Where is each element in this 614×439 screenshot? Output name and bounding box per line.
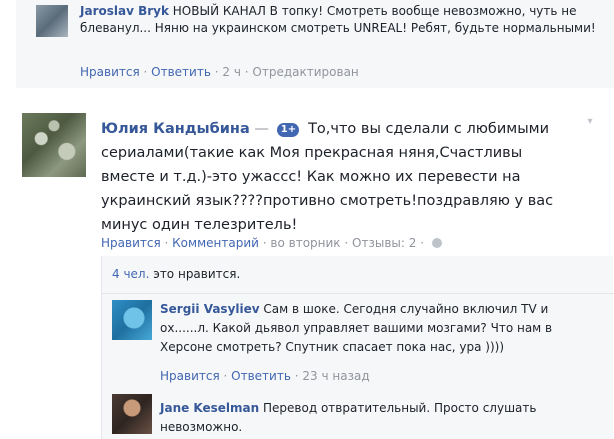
author-dash: — xyxy=(254,121,269,137)
chevron-down-icon[interactable]: ▾ xyxy=(584,116,596,128)
separator: · xyxy=(164,236,169,250)
comment-author[interactable]: Jaroslav Bryk xyxy=(80,4,169,18)
reply-body: Jane Keselman Перевод отвратительный. Пр… xyxy=(160,399,600,437)
separator: · xyxy=(262,236,267,250)
top-fan-badge[interactable]: 1+ xyxy=(277,123,300,137)
likes-suffix: это нравится. xyxy=(153,267,241,281)
reply-author[interactable]: Jane Keselman xyxy=(160,401,259,415)
avatar[interactable] xyxy=(22,113,86,177)
like-link[interactable]: Нравится xyxy=(101,236,161,250)
separator: · xyxy=(214,65,219,79)
comment-actions: Нравится · Ответить · 2 ч · Отредактиров… xyxy=(80,65,359,79)
comment-actions: Нравится · Комментарий · во вторник · От… xyxy=(101,236,442,250)
separator: · xyxy=(294,369,299,383)
reply-body: Sergii Vasyliev Сам в шоке. Сегодня случ… xyxy=(160,300,600,357)
comment-author[interactable]: Юлия Кандыбина xyxy=(101,121,250,137)
like-link[interactable]: Нравится xyxy=(80,65,140,79)
avatar[interactable] xyxy=(112,394,152,434)
comment-text: То,что вы сделали с любимыми сериалами(т… xyxy=(101,121,554,233)
reply-actions: Нравится · Ответить · 23 ч назад xyxy=(160,369,370,383)
globe-icon xyxy=(431,238,442,248)
avatar[interactable] xyxy=(112,300,152,340)
comments-thread: Jaroslav Bryk НОВЫЙ КАНАЛ В топку! Смотр… xyxy=(0,0,614,439)
timestamp[interactable]: 23 ч назад xyxy=(302,369,369,383)
timestamp[interactable]: 2 ч xyxy=(222,65,241,79)
separator: · xyxy=(143,65,148,79)
separator: · xyxy=(344,236,349,250)
replies-panel: 4 чел. это нравится. Sergii Vasyliev Сам… xyxy=(101,256,614,439)
reply-link[interactable]: Ответить xyxy=(151,65,211,79)
comment-body: Jaroslav Bryk НОВЫЙ КАНАЛ В топку! Смотр… xyxy=(80,3,610,37)
comment-link[interactable]: Комментарий xyxy=(172,236,259,250)
separator: · xyxy=(420,236,425,250)
edited-label[interactable]: Отредактирован xyxy=(252,65,358,79)
comment-body: Юлия Кандыбина — 1+ То,что вы сделали с … xyxy=(101,117,571,237)
timestamp[interactable]: во вторник xyxy=(270,236,340,250)
reviews-count[interactable]: Отзывы: 2 xyxy=(352,236,416,250)
separator: · xyxy=(244,65,249,79)
likes-summary: 4 чел. это нравится. xyxy=(112,267,240,281)
reply-link[interactable]: Ответить xyxy=(231,369,291,383)
likes-count-link[interactable]: 4 чел. xyxy=(112,267,149,281)
reply-author[interactable]: Sergii Vasyliev xyxy=(160,302,260,316)
comment-jaroslav: Jaroslav Bryk НОВЫЙ КАНАЛ В топку! Смотр… xyxy=(16,0,614,88)
avatar[interactable] xyxy=(36,5,68,37)
like-link[interactable]: Нравится xyxy=(160,369,220,383)
divider xyxy=(102,293,614,294)
separator: · xyxy=(223,369,228,383)
